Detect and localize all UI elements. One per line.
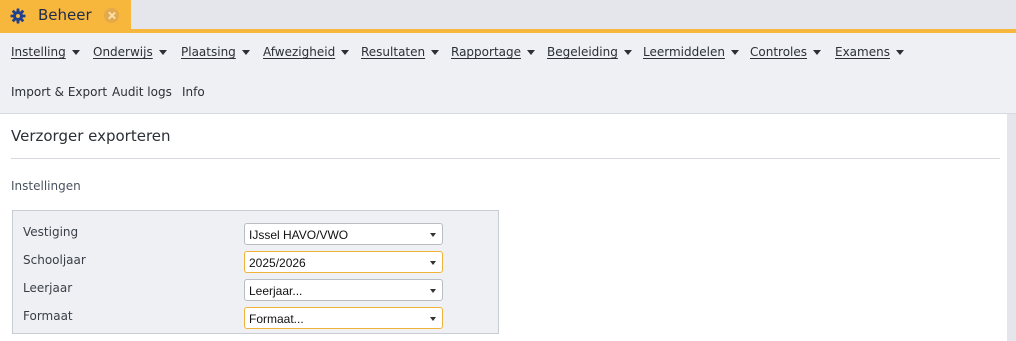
menu-label: Audit logs xyxy=(112,85,172,99)
title-divider xyxy=(11,158,1000,159)
menu-label: Resultaten xyxy=(361,45,426,59)
menu-audit-logs[interactable]: Audit logs xyxy=(112,85,172,99)
form-row-formaat: Formaat Formaat... xyxy=(13,307,500,329)
main-menu: Instelling Onderwijs Plaatsing Afwezighe… xyxy=(0,33,1016,114)
menu-label: Plaatsing xyxy=(181,45,236,59)
form-row-schooljaar: Schooljaar 2025/2026 xyxy=(13,251,500,273)
menu-plaatsing[interactable]: Plaatsing xyxy=(181,45,250,59)
caret-down-icon xyxy=(527,49,535,55)
caret-down-icon xyxy=(895,49,904,55)
formaat-value: Formaat... xyxy=(249,312,304,326)
section-title: Instellingen xyxy=(11,179,81,193)
vestiging-select[interactable]: IJssel HAVO/VWO xyxy=(244,223,443,245)
dropdown-arrow-icon xyxy=(430,261,436,265)
leerjaar-label: Leerjaar xyxy=(23,281,73,295)
vestiging-value: IJssel HAVO/VWO xyxy=(249,228,349,242)
caret-down-icon xyxy=(71,49,80,55)
menu-resultaten[interactable]: Resultaten xyxy=(361,45,440,59)
form-row-leerjaar: Leerjaar Leerjaar... xyxy=(13,279,500,301)
menu-begeleiding[interactable]: Begeleiding xyxy=(547,45,632,59)
schooljaar-label: Schooljaar xyxy=(23,253,86,267)
formaat-label: Formaat xyxy=(23,309,73,323)
menu-label: Leermiddelen xyxy=(643,45,725,59)
menu-label: Controles xyxy=(750,45,808,59)
dropdown-arrow-icon xyxy=(430,317,436,321)
content-area: Verzorger exporteren Instellingen Vestig… xyxy=(0,114,1007,341)
menu-label: Afwezigheid xyxy=(263,45,336,59)
caret-down-icon xyxy=(158,49,167,55)
menu-label: Onderwijs xyxy=(93,45,153,59)
leerjaar-value: Leerjaar... xyxy=(249,284,303,298)
menu-examens[interactable]: Examens xyxy=(835,45,904,59)
caret-down-icon xyxy=(431,49,440,55)
menu-leermiddelen[interactable]: Leermiddelen xyxy=(643,45,739,59)
dropdown-arrow-icon xyxy=(430,289,436,293)
tab-beheer[interactable]: Beheer xyxy=(0,0,131,31)
formaat-select[interactable]: Formaat... xyxy=(244,307,443,329)
menu-label: Rapportage xyxy=(451,45,521,59)
menu-label: Instelling xyxy=(11,45,66,59)
vestiging-label: Vestiging xyxy=(23,225,79,239)
menu-label: Begeleiding xyxy=(547,45,618,59)
caret-down-icon xyxy=(623,49,632,55)
caret-down-icon xyxy=(813,49,822,55)
caret-down-icon xyxy=(730,49,739,55)
gear-icon xyxy=(10,8,26,24)
menu-rapportage[interactable]: Rapportage xyxy=(451,45,535,59)
settings-form: Vestiging IJssel HAVO/VWO Schooljaar 202… xyxy=(12,210,499,334)
menu-label: Info xyxy=(182,85,205,99)
tab-bar: Beheer xyxy=(0,0,1016,31)
form-row-vestiging: Vestiging IJssel HAVO/VWO xyxy=(13,223,500,245)
menu-label: Import & Export xyxy=(11,85,108,99)
caret-down-icon xyxy=(341,49,350,55)
leerjaar-select[interactable]: Leerjaar... xyxy=(244,279,443,301)
menu-afwezigheid[interactable]: Afwezigheid xyxy=(263,45,350,59)
schooljaar-select[interactable]: 2025/2026 xyxy=(244,251,443,273)
caret-down-icon xyxy=(241,49,250,55)
menu-onderwijs[interactable]: Onderwijs xyxy=(93,45,167,59)
schooljaar-value: 2025/2026 xyxy=(249,256,306,270)
menu-controles[interactable]: Controles xyxy=(750,45,822,59)
menu-import-export[interactable]: Import & Export xyxy=(11,85,107,99)
dropdown-arrow-icon xyxy=(430,233,436,237)
tab-title: Beheer xyxy=(38,6,92,24)
menu-instelling[interactable]: Instelling xyxy=(11,45,80,59)
page-title: Verzorger exporteren xyxy=(11,127,171,145)
menu-label: Examens xyxy=(835,45,890,59)
close-icon[interactable] xyxy=(104,8,119,23)
menu-info[interactable]: Info xyxy=(182,85,205,99)
